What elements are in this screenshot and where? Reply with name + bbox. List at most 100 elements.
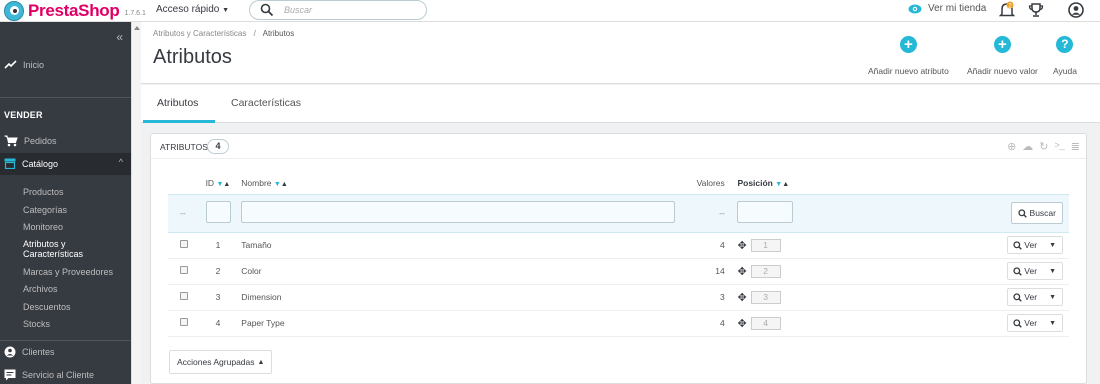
chevron-up-icon: ^ [118,157,123,167]
cell-values: 4 [683,232,725,259]
drag-handle-icon[interactable]: ✥ [737,317,746,330]
view-shop-label: Ver mi tienda [928,3,987,14]
column-header-name[interactable]: Nombre ▼▲ [241,172,683,194]
sidebar-sub-files[interactable]: Archivos [23,284,58,294]
filter-row: -- -- Buscar [168,193,1069,233]
logo[interactable]: PrestaShop 1.7.6.1 [4,1,146,21]
view-shop-link[interactable]: Ver mi tienda [908,3,986,14]
search-button[interactable]: Buscar [1010,202,1063,224]
page-header: Atributos y Características / Atributos … [141,22,1100,84]
caret-down-icon[interactable]: ▼ [1043,268,1062,275]
view-button[interactable]: Ver ▼ [1007,262,1063,280]
cell-id: 3 [205,284,242,311]
attributes-panel: ATRIBUTOS 4 ⊕ ☁ ↻ >_ ≣ ID ▼▲ Nombre ▼▲ V… [150,133,1087,384]
count-badge: 4 [207,139,229,154]
tab-attributes[interactable]: Atributos [157,97,198,109]
sidebar-sub-products[interactable]: Productos [23,187,64,197]
sidebar-item-label: Catálogo [22,158,59,169]
view-button[interactable]: Ver ▼ [1007,314,1063,332]
position-box: 3 [750,290,781,304]
sort-icon[interactable]: ▼▲ [274,181,288,188]
cell-id: 2 [205,258,242,285]
cell-name[interactable]: Tamaño [241,232,684,259]
prestashop-logo-icon [4,1,24,21]
table-row[interactable]: 3 Dimension 3 ✥ 3 Ver ▼ [168,284,1069,311]
sort-icon[interactable]: ▼▲ [775,181,789,188]
view-label: Ver [1024,318,1038,328]
caret-down-icon: ▼ [222,7,230,14]
sidebar-item-orders[interactable]: Pedidos [4,135,127,147]
sidebar-item-customers[interactable]: Clientes [4,346,127,358]
breadcrumb-parent[interactable]: Atributos y Características [153,29,246,38]
add-attribute-label: Añadir nuevo atributo [868,66,949,76]
cloud-upload-icon[interactable]: ☁ [1022,140,1033,153]
caret-down-icon[interactable]: ▼ [1043,294,1062,301]
header-search[interactable]: Buscar [249,0,427,20]
zoom-icon [1013,240,1023,250]
cell-name[interactable]: Paper Type [241,310,684,337]
account-icon[interactable] [1068,2,1084,21]
sidebar-sub-discounts[interactable]: Descuentos [23,302,71,312]
scroll-up-icon[interactable] [134,26,140,30]
sidebar-sub-stocks[interactable]: Stocks [23,319,50,329]
collapse-sidebar-icon[interactable]: « [116,30,123,44]
sidebar-item-label: Servicio al Cliente [22,370,95,380]
add-attribute-button[interactable]: + Añadir nuevo atributo [868,36,949,76]
position-box: 4 [750,316,781,330]
terminal-icon[interactable]: >_ [1055,140,1065,153]
sort-icon[interactable]: ▼▲ [216,181,230,188]
cell-name[interactable]: Color [241,258,684,285]
sidebar-item-home[interactable]: Inicio [4,60,44,70]
sidebar-item-customer-service[interactable]: Servicio al Cliente [4,369,127,381]
search-placeholder: Buscar [284,5,313,15]
row-checkbox[interactable] [180,318,188,326]
view-button[interactable]: Ver ▼ [1007,288,1063,306]
notifications-bell-icon[interactable]: 2 [998,1,1016,22]
column-header-values: Valores [696,177,725,188]
sidebar-sub-monitoring[interactable]: Monitoreo [23,222,63,232]
sidebar-sub-attributes[interactable]: Atributos y Características [23,239,123,259]
filter-dash: -- [683,193,725,233]
search-icon [260,3,274,20]
filter-id-input[interactable] [205,201,231,223]
position-box: 1 [750,238,781,252]
caret-down-icon[interactable]: ▼ [1043,242,1062,249]
drag-handle-icon[interactable]: ✥ [737,265,746,278]
cell-values: 4 [683,310,725,337]
scrollbar[interactable] [131,22,141,384]
add-icon[interactable]: ⊕ [1007,140,1016,153]
quick-access-dropdown[interactable]: Acceso rápido ▼ [156,4,229,15]
cell-name[interactable]: Dimension [241,284,684,311]
view-button[interactable]: Ver ▼ [1007,236,1063,254]
column-header-position[interactable]: Posición ▼▲ [737,172,1007,194]
database-icon[interactable]: ≣ [1071,140,1080,153]
filter-position-input[interactable] [737,201,794,223]
bulk-actions-button[interactable]: Acciones Agrupadas ▲ [169,350,273,374]
filter-name-input[interactable] [241,201,676,223]
row-checkbox[interactable] [180,240,188,248]
tab-features[interactable]: Características [231,97,301,109]
caret-down-icon[interactable]: ▼ [1043,320,1062,327]
table-row[interactable]: 4 Paper Type 4 ✥ 4 Ver ▼ [168,310,1069,337]
sidebar-item-catalog[interactable]: Catálogo ^ [0,153,131,175]
help-button[interactable]: ? Ayuda [1053,36,1077,76]
view-label: Ver [1024,266,1038,276]
refresh-icon[interactable]: ↻ [1039,140,1048,153]
add-value-button[interactable]: + Añadir nuevo valor [967,36,1038,76]
breadcrumb-separator: / [253,29,256,38]
row-checkbox[interactable] [180,292,188,300]
sidebar-sub-brands[interactable]: Marcas y Proveedores [23,267,113,277]
table-row[interactable]: 1 Tamaño 4 ✥ 1 Ver ▼ [168,232,1069,259]
row-checkbox[interactable] [180,266,188,274]
cell-id: 4 [205,310,242,337]
filter-dash: -- [168,193,206,233]
sidebar-sub-categories[interactable]: Categorías [23,205,67,215]
add-value-label: Añadir nuevo valor [967,66,1038,76]
column-header-id[interactable]: ID ▼▲ [206,172,242,194]
drag-handle-icon[interactable]: ✥ [737,291,746,304]
table-row[interactable]: 2 Color 14 ✥ 2 Ver ▼ [168,258,1069,285]
table-header-row: ID ▼▲ Nombre ▼▲ Valores Posición ▼▲ [168,172,1069,194]
trophy-icon[interactable] [1028,1,1044,22]
drag-handle-icon[interactable]: ✥ [737,239,746,252]
cart-icon [4,135,18,147]
